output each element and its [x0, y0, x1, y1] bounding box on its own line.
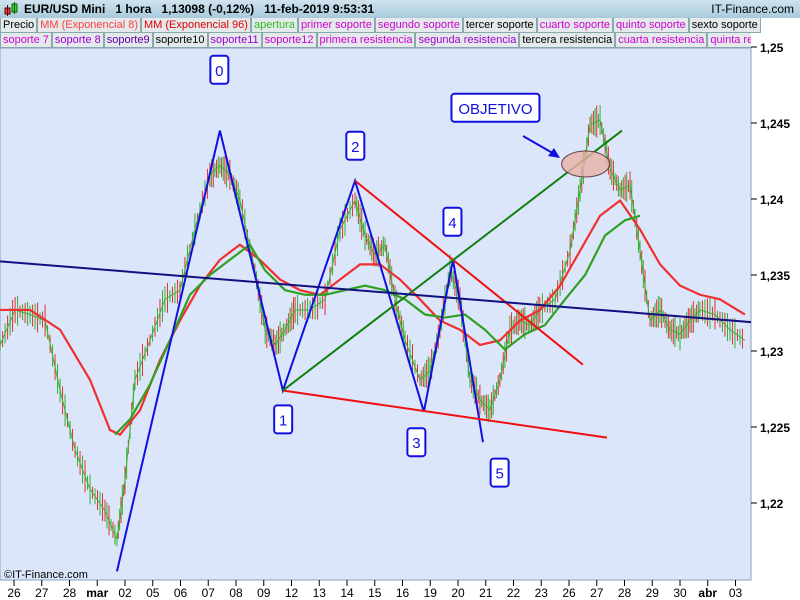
- x-tick-label: 27: [590, 586, 604, 600]
- x-tick-label: mar: [86, 586, 108, 600]
- x-tick-label: 19: [424, 586, 438, 600]
- x-tick-label: 28: [63, 586, 77, 600]
- wave-label: 5: [495, 466, 503, 483]
- x-tick-label: 05: [146, 586, 160, 600]
- x-tick-label: 03: [729, 586, 743, 600]
- x-tick-label: 28: [618, 586, 632, 600]
- wave-label: 3: [412, 435, 420, 452]
- y-tick-label: 1,23: [760, 345, 784, 359]
- wave-label: 4: [448, 215, 456, 232]
- y-tick-label: 1,225: [760, 421, 790, 435]
- wave-label: OBJETIVO: [458, 101, 532, 118]
- wave-label: 1: [279, 412, 287, 429]
- y-tick-label: 1,24: [760, 193, 784, 207]
- x-tick-label: 09: [257, 586, 271, 600]
- x-tick-label: 27: [35, 586, 49, 600]
- y-tick-label: 1,235: [760, 269, 790, 283]
- x-tick-label: 02: [118, 586, 132, 600]
- x-tick-label: 23: [535, 586, 549, 600]
- x-tick-label: abr: [698, 586, 717, 600]
- x-tick-label: 21: [479, 586, 493, 600]
- x-tick-label: 06: [174, 586, 188, 600]
- x-tick-label: 15: [368, 586, 382, 600]
- y-tick-label: 1,25: [760, 41, 784, 55]
- x-tick-label: 20: [451, 586, 465, 600]
- x-tick-label: 26: [562, 586, 576, 600]
- target-ellipse: [561, 150, 611, 178]
- x-tick-label: 29: [646, 586, 660, 600]
- plot-area: [0, 47, 752, 581]
- y-tick-label: 1,22: [760, 497, 784, 511]
- x-tick-label: 12: [285, 586, 299, 600]
- x-tick-label: 16: [396, 586, 410, 600]
- x-tick-label: 13: [313, 586, 327, 600]
- x-tick-label: 22: [507, 586, 521, 600]
- price-chart[interactable]: 1,25 1,245 1,24 1,235 1,23 1,225 1,22 26 27 28 mar…: [0, 0, 800, 600]
- x-tick-label: 07: [202, 586, 216, 600]
- x-tick-label: 14: [340, 586, 354, 600]
- wave-label: 0: [215, 63, 223, 80]
- x-tick-label: 30: [673, 586, 687, 600]
- x-tick-label: 08: [229, 586, 243, 600]
- copyright-text: ©IT-Finance.com: [4, 569, 88, 581]
- y-tick-label: 1,245: [760, 117, 790, 131]
- wave-label: 2: [351, 139, 359, 156]
- x-tick-label: 26: [7, 586, 21, 600]
